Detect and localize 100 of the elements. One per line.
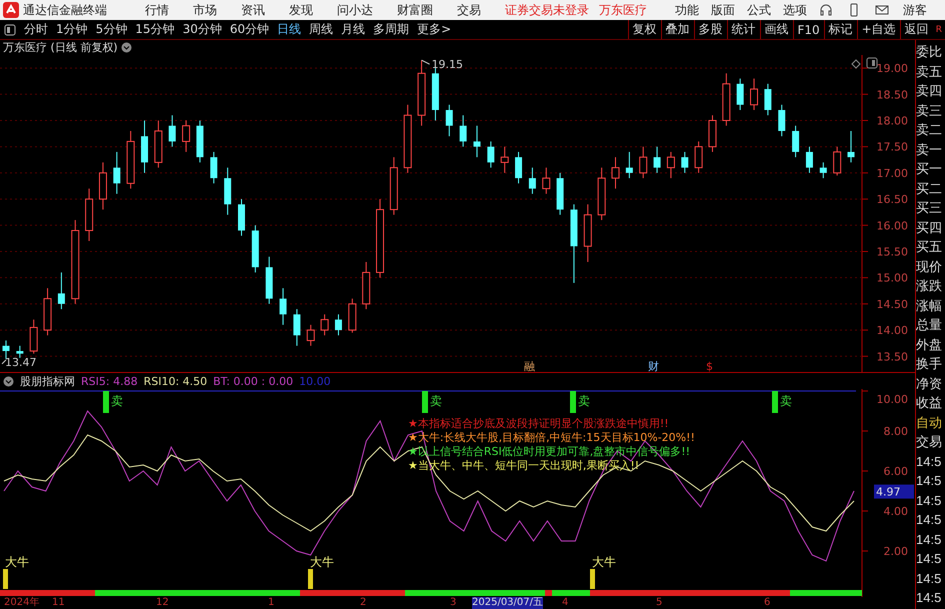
sell-signal-bar (772, 391, 778, 413)
indicator-reading: 10.00 (299, 374, 331, 388)
menu-item[interactable]: 资讯 (241, 2, 265, 18)
corner-label: R (934, 24, 943, 34)
quote-panel-label[interactable]: 收益 (916, 393, 945, 412)
indicator-note: ★本指标适合抄底及波段持证明显个股涨跌途中慎用!! (408, 417, 669, 430)
candlestick (16, 345, 24, 358)
candlestick (778, 104, 786, 137)
quote-panel-label[interactable]: 卖五 (916, 62, 945, 81)
quote-panel-label[interactable]: 买二 (916, 178, 945, 198)
quote-panel-label[interactable]: 买四 (916, 218, 945, 237)
price-tick-label: 19.00 (876, 62, 908, 76)
quote-panel-label[interactable]: 14:5 (916, 568, 945, 588)
period-tab[interactable]: 5分钟 (92, 21, 132, 38)
quote-panel-label[interactable]: 14:5 (916, 471, 945, 490)
quote-panel-label[interactable]: 卖四 (916, 81, 945, 100)
period-tab[interactable]: 30分钟 (178, 21, 226, 38)
indicator-reading: RSI10: 4.50 (144, 374, 208, 388)
headset-icon[interactable] (819, 3, 833, 17)
quote-panel-label[interactable]: 14:5 (916, 490, 945, 510)
time-axis-label: 11 (52, 597, 65, 609)
price-tick-label: 17.50 (876, 140, 908, 154)
quote-panel-label[interactable]: 交易 (916, 432, 945, 452)
value-tag: 4.97 (874, 484, 914, 499)
panel-toggle-icon[interactable] (867, 58, 877, 68)
price-tick-label: 14.50 (876, 298, 908, 311)
candlestick (806, 146, 813, 174)
quote-panel-label[interactable]: 委比 (916, 42, 945, 62)
period-tab[interactable]: 更多> (413, 21, 456, 38)
period-tab[interactable]: 15分钟 (131, 21, 179, 38)
buy-signal-bar (590, 569, 595, 589)
time-axis-label: 3 (450, 597, 456, 609)
quote-panel-label[interactable]: 净资 (916, 374, 945, 393)
chart-toolbar-icon[interactable] (851, 59, 861, 69)
menu-item[interactable]: 发现 (289, 2, 313, 18)
quote-panel-label[interactable]: 14:5 (916, 530, 945, 549)
time-axis-label: 4 (562, 597, 568, 609)
buy-label: 大牛 (592, 555, 616, 569)
quote-panel-label[interactable]: 买一 (916, 159, 945, 178)
period-tab[interactable]: 日线 (273, 21, 306, 38)
menu-item[interactable]: 行情 (145, 2, 169, 18)
menu-item[interactable]: 市场 (193, 2, 217, 18)
menu-item[interactable]: 功能 (675, 2, 699, 18)
quote-panel-label[interactable]: 涨跌 (916, 276, 945, 296)
dropdown-icon[interactable] (120, 42, 132, 53)
candlestick (681, 151, 688, 174)
mail-icon[interactable] (875, 3, 889, 17)
sell-label: 卖 (578, 394, 590, 408)
menu-item[interactable]: 交易 (457, 2, 481, 18)
menu-item[interactable]: 选项 (783, 2, 807, 18)
quote-panel-label[interactable]: 换手 (916, 354, 945, 374)
quote-panel-label[interactable]: 现价 (916, 256, 945, 276)
candlestick (446, 104, 453, 137)
user-label[interactable]: 游客 (903, 2, 927, 18)
price-tick-label: 16.00 (876, 219, 908, 232)
quote-panel-label[interactable]: 卖三 (916, 100, 945, 120)
candlestick (612, 156, 620, 190)
period-tab[interactable]: 60分钟 (226, 21, 274, 38)
menu-item[interactable]: 版面 (711, 2, 735, 18)
candlestick (113, 151, 120, 194)
dividend-marker[interactable]: $ (706, 360, 713, 372)
quote-panel-label[interactable]: 14:5 (916, 452, 945, 471)
quote-panel-label[interactable]: 涨幅 (916, 296, 945, 315)
price-tick-label: 15.50 (876, 246, 908, 258)
menu-item[interactable]: 问小达 (337, 2, 373, 18)
dropdown-icon[interactable] (3, 376, 14, 386)
period-tab[interactable]: 周线 (305, 21, 338, 38)
candlestick (334, 314, 342, 336)
candlestick (694, 140, 703, 174)
candlestick (626, 151, 633, 179)
quote-panel-label[interactable]: 自动 (916, 412, 945, 432)
margin-marker[interactable]: 融 (524, 360, 535, 372)
quote-panel-label[interactable]: 卖二 (916, 120, 945, 140)
period-tab[interactable]: 月线 (337, 21, 370, 38)
candlestick (750, 78, 758, 111)
menu-item[interactable]: 公式 (747, 2, 771, 18)
quote-panel-label[interactable]: 买三 (916, 198, 945, 218)
candlestick (666, 151, 675, 179)
quote-panel-label[interactable]: 14:5 (916, 549, 945, 568)
period-tab[interactable]: 多周期 (369, 21, 414, 38)
quote-panel-label[interactable]: 卖一 (916, 140, 945, 159)
leader-line (421, 60, 430, 65)
menu-item[interactable]: 财富圈 (397, 2, 433, 18)
quote-panel-label[interactable]: 买五 (916, 237, 945, 256)
quote-panel-label[interactable]: 14:5 (916, 588, 945, 608)
time-axis-label: 2024年 (4, 597, 40, 609)
price-tick-label: 16.50 (876, 193, 908, 206)
candlestick (58, 272, 65, 310)
finance-marker[interactable]: 财 (648, 360, 659, 372)
quote-panel-label[interactable]: 总量 (916, 315, 945, 334)
app-logo-icon (3, 2, 19, 18)
period-tab[interactable]: 1分钟 (52, 21, 92, 38)
period-tab[interactable]: 分时 (20, 21, 52, 38)
candlestick (848, 130, 854, 163)
panel-toggle-icon[interactable] (4, 24, 16, 36)
indicator-reading: BT: 0.00 : 0.00 (213, 374, 294, 388)
quote-panel-label[interactable]: 外盘 (916, 334, 945, 354)
quote-panel-label[interactable]: 14:5 (916, 510, 945, 530)
time-axis-label: 5 (656, 597, 662, 609)
candlestick (306, 324, 315, 346)
